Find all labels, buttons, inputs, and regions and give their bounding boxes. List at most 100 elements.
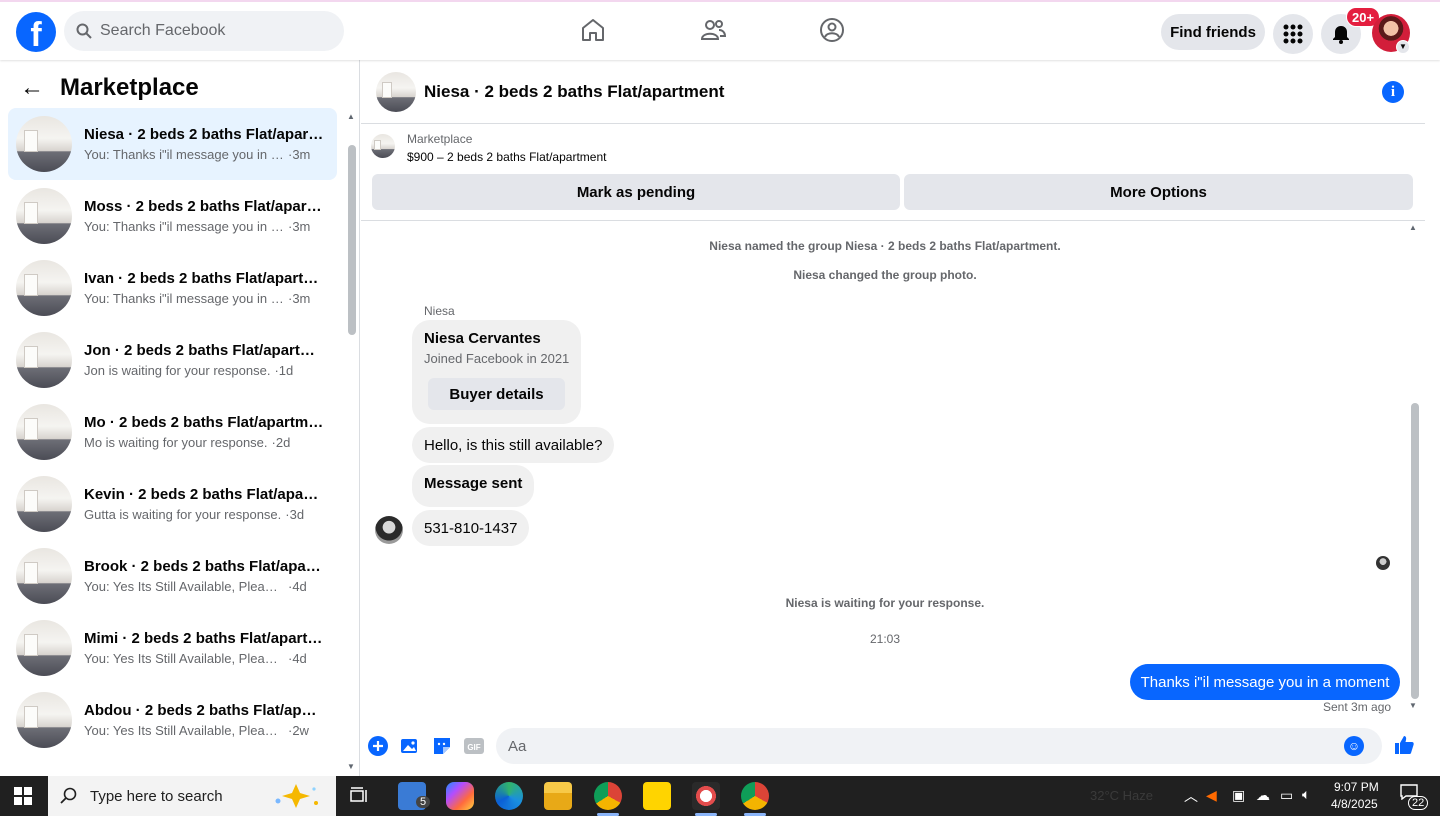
buyer-card: Niesa Cervantes Joined Facebook in 2021 …	[412, 320, 581, 424]
weather-widget[interactable]: 32°C Haze	[1090, 788, 1153, 803]
facebook-logo-icon[interactable]: f	[16, 12, 56, 52]
conversation-preview: You: Yes Its Still Available, Please Sen…	[84, 579, 284, 594]
message-bubble[interactable]: Hello, is this still available?	[412, 427, 615, 463]
conversation-title: Jon · 2 beds 2 baths Flat/apartment	[84, 342, 324, 359]
conversation-item[interactable]: Brook · 2 beds 2 baths Flat/apartment You…	[8, 540, 337, 612]
conversation-title: Kevin · 2 beds 2 baths Flat/apartment	[84, 486, 324, 503]
find-friends-button[interactable]: Find friends	[1161, 14, 1265, 50]
message-bubble[interactable]: Message sent	[412, 465, 535, 507]
chat-scrollbar[interactable]	[1411, 403, 1419, 699]
listing-summary[interactable]: Marketplace $900 – 2 beds 2 baths Flat/a…	[371, 132, 606, 164]
search-input[interactable]	[100, 22, 320, 40]
network-icon[interactable]: ▭	[1280, 787, 1293, 804]
conversation-item[interactable]: Mo · 2 beds 2 baths Flat/apartment Mo is …	[8, 396, 337, 468]
volume-icon[interactable]: 🔈︎	[1302, 786, 1310, 803]
message-input[interactable]	[496, 728, 1382, 764]
top-navigation-bar: f Find friends 20+ ▼	[0, 0, 1440, 60]
scroll-down-arrow-icon[interactable]: ▼	[347, 762, 355, 771]
conversation-time: ·3m	[288, 219, 311, 234]
sticker-icon[interactable]	[432, 736, 452, 756]
groups-icon[interactable]	[818, 16, 846, 44]
sender-avatar[interactable]	[375, 516, 403, 544]
conversation-text: Mimi · 2 beds 2 baths Flat/apartment You:…	[84, 630, 324, 666]
conversation-text: Ivan · 2 beds 2 baths Flat/apartment You:…	[84, 270, 324, 306]
scroll-up-arrow-icon[interactable]: ▲	[347, 112, 355, 121]
conversation-thumbnail	[16, 620, 72, 676]
seen-indicator-avatar	[1376, 556, 1390, 570]
windows-taskbar: Type here to search 5 32°C Haze ︿ ◀ ▣ ☁ …	[0, 776, 1440, 816]
chat-scroll-up-arrow-icon[interactable]: ▲	[1409, 223, 1417, 232]
photo-icon[interactable]	[400, 736, 420, 756]
clock-time[interactable]: 9:07 PM	[1334, 780, 1379, 794]
add-plus-icon[interactable]	[368, 736, 388, 756]
mark-as-pending-button[interactable]: Mark as pending	[372, 174, 900, 210]
conversation-text: Kevin · 2 beds 2 baths Flat/apartment Gut…	[84, 486, 324, 522]
conversation-item[interactable]: Ivan · 2 beds 2 baths Flat/apartment You:…	[8, 252, 337, 324]
chat-scroll-down-arrow-icon[interactable]: ▼	[1409, 701, 1417, 710]
system-message-rename: Niesa named the group Niesa · 2 beds 2 b…	[709, 239, 1061, 253]
windows-start-icon[interactable]	[14, 787, 32, 805]
search-box[interactable]	[64, 11, 344, 51]
emoji-icon[interactable]: ☺	[1344, 736, 1364, 756]
listing-thumbnail[interactable]	[376, 71, 416, 112]
listing-price-title: $900 – 2 beds 2 baths Flat/apartment	[407, 150, 607, 164]
conversation-item[interactable]: Kevin · 2 beds 2 baths Flat/apartment Gut…	[8, 468, 337, 540]
taskbar-search-box[interactable]: Type here to search	[48, 776, 336, 816]
outgoing-message-bubble[interactable]: Thanks i"il message you in a moment	[1130, 664, 1400, 700]
chat-header: Niesa · 2 beds 2 baths Flat/apartment	[361, 60, 1425, 124]
waiting-notice: Niesa is waiting for your response.	[785, 596, 985, 610]
more-options-button[interactable]: More Options	[904, 174, 1413, 210]
info-icon[interactable]: i	[1382, 81, 1404, 103]
message-bubble[interactable]: 531-810-1437	[412, 510, 530, 546]
conversation-time: ·3m	[288, 147, 311, 162]
buyer-name: Niesa Cervantes	[424, 330, 541, 347]
speaker-warning-icon[interactable]: ◀	[1206, 787, 1217, 804]
chrome-browser-icon[interactable]	[594, 782, 622, 810]
gif-icon[interactable]: GIF	[464, 736, 484, 756]
conversation-title: Abdou · 2 beds 2 baths Flat/apartment	[84, 702, 324, 719]
conversation-preview: You: Thanks i"il message you in a moment	[84, 291, 284, 306]
home-icon[interactable]	[579, 16, 607, 44]
conversation-time: ·1d	[274, 363, 294, 378]
conversation-item[interactable]: Abdou · 2 beds 2 baths Flat/apartment You…	[8, 684, 337, 756]
conversation-preview: You: Yes Its Still Available, Please Sen…	[84, 723, 284, 738]
friends-icon[interactable]	[699, 16, 727, 44]
file-explorer-icon[interactable]	[544, 782, 572, 810]
cloud-sync-icon[interactable]: ☁	[1256, 787, 1270, 804]
tray-chevron-up-icon[interactable]: ︿	[1184, 786, 1198, 806]
conversation-meta: You: Thanks i"il message you in a moment…	[84, 291, 324, 306]
conversation-preview: You: Thanks i"il message you in a moment	[84, 147, 284, 162]
task-view-icon[interactable]	[346, 782, 374, 810]
conversation-thumbnail	[16, 476, 72, 532]
like-thumbs-up-icon[interactable]	[1393, 734, 1415, 756]
page-scrollbar-track[interactable]	[1430, 60, 1440, 776]
conversation-item[interactable]: Mimi · 2 beds 2 baths Flat/apartment You:…	[8, 612, 337, 684]
sidebar-title: Marketplace	[60, 74, 199, 101]
clock-date[interactable]: 4/8/2025	[1331, 797, 1378, 811]
conversation-item[interactable]: Niesa · 2 beds 2 baths Flat/apartment You…	[8, 108, 337, 180]
conversation-item[interactable]: Jon · 2 beds 2 baths Flat/apartment Jon i…	[8, 324, 337, 396]
chrome-profile-icon[interactable]	[741, 782, 769, 810]
sidebar-scrollbar[interactable]	[348, 145, 356, 335]
conversation-meta: Gutta is waiting for your response. ·3d	[84, 507, 324, 522]
task-app-badge: 5	[416, 796, 431, 808]
back-arrow-icon[interactable]: ←	[20, 74, 44, 102]
sticky-notes-icon[interactable]	[643, 782, 671, 810]
meet-now-icon[interactable]: ▣	[1232, 787, 1245, 804]
conversation-meta: You: Yes Its Still Available, Please Sen…	[84, 723, 324, 738]
edge-browser-icon[interactable]	[495, 782, 523, 810]
conversation-meta: You: Thanks i"il message you in a moment…	[84, 219, 324, 234]
snipping-tool-icon[interactable]	[692, 782, 720, 810]
conversation-title: Mo · 2 beds 2 baths Flat/apartment	[84, 414, 324, 431]
taskbar-search-icon	[60, 787, 77, 804]
chat-title[interactable]: Niesa · 2 beds 2 baths Flat/apartment	[424, 82, 724, 102]
conversation-item[interactable]: Moss · 2 beds 2 baths Flat/apartment You:…	[8, 180, 337, 252]
copilot-icon[interactable]	[446, 782, 474, 810]
notification-center-icon[interactable]: 22	[1400, 784, 1429, 810]
conversation-meta: You: Yes Its Still Available, Please Sen…	[84, 579, 324, 594]
buyer-details-button[interactable]: Buyer details	[428, 378, 565, 410]
chevron-down-icon[interactable]: ▼	[1396, 40, 1410, 54]
menu-button[interactable]	[1273, 14, 1313, 54]
conversation-text: Moss · 2 beds 2 baths Flat/apartment You:…	[84, 198, 324, 234]
conversation-preview: You: Yes Its Still Available, Please Sen…	[84, 651, 284, 666]
